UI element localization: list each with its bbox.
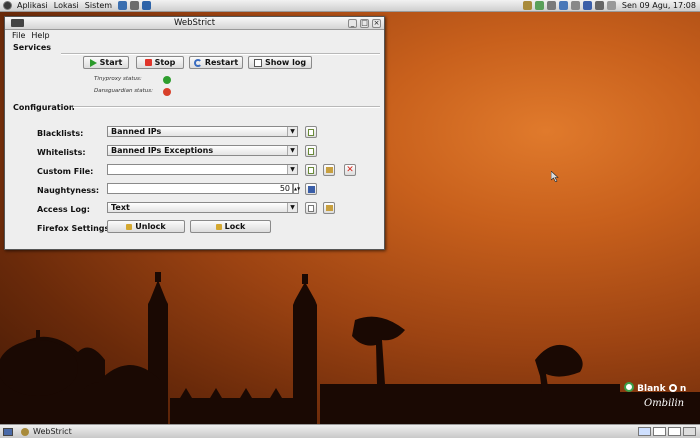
stop-icon [144,59,152,66]
view-log-icon[interactable] [305,202,317,214]
webstrict-window: WebStrict _ □ × File Help Services Start… [4,16,385,250]
chevron-down-icon: ▼ [287,127,297,136]
workspace-1[interactable] [638,427,651,436]
unlock-icon [126,223,133,230]
open-folder-icon[interactable] [323,164,335,176]
services-heading: Services [13,43,52,52]
play-icon [89,58,97,67]
menu-help[interactable]: Help [31,31,49,40]
settings-icon[interactable] [546,1,556,10]
custom-file-combo[interactable]: ▼ [107,164,298,175]
chevron-down-icon: ▼ [287,165,297,174]
network-icon[interactable] [534,1,544,10]
webstrict-tray-icon[interactable] [522,1,532,10]
workspace-2[interactable] [653,427,666,436]
brand-o-icon [668,384,677,392]
brand-circle-icon [624,382,634,392]
start-button[interactable]: Start [83,56,129,69]
access-log-label: Access Log: [37,205,90,214]
brand-subtitle: Ombilin [644,398,685,409]
stop-button[interactable]: Stop [136,56,184,69]
lock-button[interactable]: Lock [190,220,271,233]
bluetooth-icon[interactable] [582,1,592,10]
update-icon[interactable] [558,1,568,10]
lock-icon [215,223,222,230]
maximize-icon[interactable]: □ [360,19,369,28]
taskbar: WebStrict [0,424,700,438]
restart-button[interactable]: Restart [189,56,243,69]
naughtyness-label: Naughtyness: [37,186,100,195]
volume-icon[interactable] [594,1,604,10]
window-menu-icon[interactable] [11,19,24,27]
dansguardian-status-label: Dansguardian status: [94,88,153,94]
delete-icon[interactable]: ✕ [344,164,356,176]
services-divider [61,53,380,55]
distro-logo-icon[interactable] [3,1,12,10]
show-log-button[interactable]: Show log [248,56,312,69]
brand-logo: Blank n [624,382,686,394]
chevron-down-icon: ▼ [287,146,297,155]
minimize-icon[interactable]: _ [348,19,357,28]
menu-lokasi[interactable]: Lokasi [51,1,82,10]
log-icon [253,58,262,67]
taskbar-item-webstrict[interactable]: WebStrict [17,426,76,437]
show-desktop-icon[interactable] [3,427,13,436]
access-log-combo[interactable]: Text ▼ [107,202,298,213]
browser-launcher-icon[interactable] [118,1,128,10]
whitelists-label: Whitelists: [37,148,86,157]
configuration-heading: Configuration [13,103,75,112]
webstrict-app-icon [21,427,29,436]
workspace-switcher [636,427,700,436]
edit-custom-file-icon[interactable] [305,164,317,176]
battery-icon[interactable] [606,1,616,10]
clock[interactable]: Sen 09 Agu, 17:08 [622,1,696,10]
edit-whitelists-icon[interactable] [305,145,317,157]
whitelists-combo[interactable]: Banned IPs Exceptions ▼ [107,145,298,156]
workspace-3[interactable] [668,427,681,436]
naughtyness-spinbox[interactable]: 50 [107,183,293,194]
blacklists-combo[interactable]: Banned IPs ▼ [107,126,298,137]
menu-aplikasi[interactable]: Aplikasi [14,1,51,10]
top-panel: Aplikasi Lokasi Sistem Sen 09 Agu, 17:08 [0,0,700,12]
tinyproxy-status-label: Tinyproxy status: [94,76,142,82]
close-icon[interactable]: × [372,19,381,28]
trash-icon[interactable] [683,427,696,436]
window-title: WebStrict [173,18,216,28]
refresh-icon [193,58,202,67]
configuration-divider [73,106,380,108]
stop-circle-icon [163,88,171,96]
menu-file[interactable]: File [12,31,25,40]
blacklists-label: Blacklists: [37,129,84,138]
unlock-button[interactable]: Unlock [107,220,185,233]
mail-launcher-icon[interactable] [142,1,152,10]
menubar: File Help [5,30,384,41]
mouse-cursor-icon [551,171,559,182]
files-launcher-icon[interactable] [130,1,140,10]
open-log-folder-icon[interactable] [323,202,335,214]
system-tray: Sen 09 Agu, 17:08 [522,1,700,10]
save-icon[interactable] [305,183,317,195]
window-titlebar[interactable]: WebStrict _ □ × [5,17,384,30]
check-icon [163,76,171,84]
custom-file-label: Custom File: [37,167,94,176]
edit-blacklists-icon[interactable] [305,126,317,138]
power-icon[interactable] [570,1,580,10]
spin-arrows-icon[interactable]: ▲▼ [293,183,300,194]
menu-sistem[interactable]: Sistem [82,1,115,10]
firefox-settings-label: Firefox Settings: [37,224,113,233]
chevron-down-icon: ▼ [287,203,297,212]
